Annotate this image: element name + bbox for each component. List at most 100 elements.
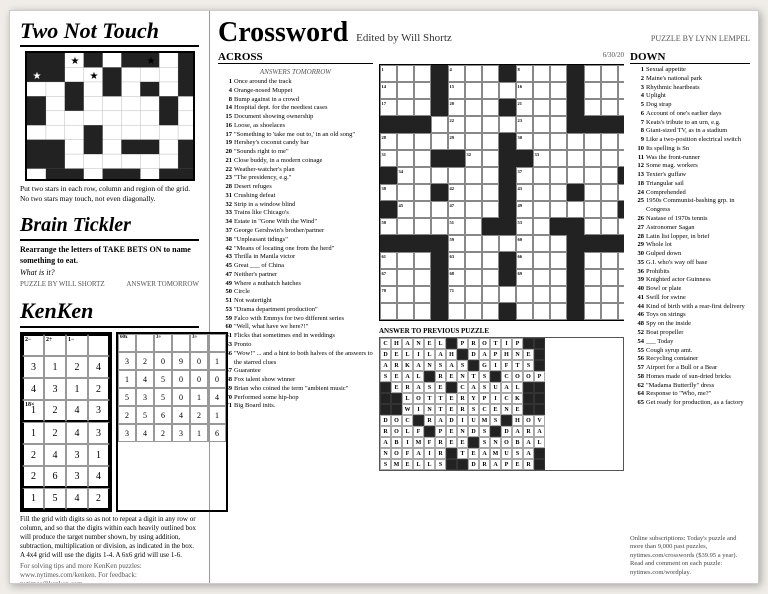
brain-tickler-puzzle-by: PUZZLE BY WILL SHORTZ (20, 280, 105, 288)
kk-cell: 2 (44, 422, 66, 444)
prev-answer-cell: P (457, 338, 468, 349)
cw-cell (584, 150, 601, 167)
clue-text: Trains like Chicago's (234, 209, 289, 218)
cw-cell (567, 235, 584, 252)
clue-number: 62 (630, 382, 644, 391)
down-clue: 40Bowl or plate (630, 285, 750, 294)
clue-number: 28 (218, 183, 232, 192)
prev-answer-cell: I (501, 338, 512, 349)
clue-number: 54 (630, 338, 644, 347)
prev-answer-cell: C (380, 338, 391, 349)
clue-number: 60 (218, 323, 232, 332)
clue-number: 8 (218, 96, 232, 105)
kk-cell: 1− (66, 334, 88, 356)
prev-answer-cell: M (413, 437, 424, 448)
prev-answer-cell: A (468, 382, 479, 393)
prev-answer-cell: E (391, 371, 402, 382)
clue-number: 32 (218, 201, 232, 210)
kk6-cell: 0 (154, 352, 172, 370)
kk6-cell: 4 (172, 406, 190, 424)
cw-cell (567, 99, 584, 116)
cw-cell-number: 42 (450, 186, 455, 191)
cw-cell (431, 201, 448, 218)
cw-cell (482, 218, 499, 235)
prev-answer-cell: N (490, 437, 501, 448)
cw-cell (567, 184, 584, 201)
clue-number: 2 (630, 75, 644, 84)
prev-answer-cell: O (501, 437, 512, 448)
cw-cell: 45 (397, 201, 414, 218)
prev-answer-cell: S (435, 360, 446, 371)
cw-cell-number: 32 (467, 152, 472, 157)
prev-answer-cell: W (402, 404, 413, 415)
cw-cell (584, 99, 601, 116)
cw-cell: 61 (380, 252, 397, 269)
prev-answer-cell (534, 393, 545, 404)
cw-cell (499, 235, 516, 252)
prev-answer-cell: S (380, 371, 391, 382)
across-clue: 45Great ___ of China (218, 262, 373, 271)
cw-cell (431, 99, 448, 116)
cw-cell: 4 (448, 65, 465, 82)
cw-cell (380, 167, 397, 184)
prev-answer-cell: S (512, 448, 523, 459)
clue-number: 47 (218, 271, 232, 280)
down-clue: 12Some mag. workers (630, 162, 750, 171)
svg-text:★: ★ (146, 56, 155, 67)
clue-number: 42 (218, 245, 232, 254)
clue-text: Cough syrup amt. (646, 347, 692, 356)
cw-cell (431, 82, 448, 99)
cw-cell (448, 303, 465, 320)
clue-number: 23 (218, 174, 232, 183)
prev-answer-cell: A (413, 382, 424, 393)
prev-answer-cell: L (534, 437, 545, 448)
cw-cell (618, 99, 624, 116)
clue-number: 48 (630, 320, 644, 329)
prev-answer-cell: P (534, 371, 545, 382)
clue-text: Homes made of sun-dried bricks (646, 373, 731, 382)
prev-answer-cell: R (523, 426, 534, 437)
cw-cell (584, 252, 601, 269)
kk-cell: 1 (44, 356, 66, 378)
cw-cell-number: 1 (382, 67, 384, 72)
prev-answer-cell (446, 338, 457, 349)
cw-cell (584, 65, 601, 82)
prev-answer-cell: R (435, 371, 446, 382)
cw-cell: 1 (380, 65, 397, 82)
clue-number: 59 (218, 315, 232, 324)
clue-number: 9 (630, 136, 644, 145)
prev-answer-cell: L (413, 459, 424, 470)
across-clues-section: ACROSS ANSWERS TOMORROW 1Once around the… (218, 51, 373, 577)
kk-cell: 3 (88, 422, 110, 444)
cw-cell (431, 184, 448, 201)
cw-cell (465, 133, 482, 150)
clue-number: 1 (630, 66, 644, 75)
kk-cell: 4 (66, 488, 88, 510)
cw-cell: 49 (516, 201, 533, 218)
cw-cell (431, 150, 448, 167)
cw-cell (482, 184, 499, 201)
across-clue: 69Brian who coined the term "ambient mus… (218, 385, 373, 394)
prev-answer-cell: O (391, 415, 402, 426)
cw-cell (601, 65, 618, 82)
clue-text: Close buddy, in a modern coinage (234, 157, 322, 166)
prev-answer-cell: A (479, 349, 490, 360)
prev-answer-cell: U (468, 415, 479, 426)
cw-cell-number: 38 (382, 186, 387, 191)
across-clue: 23"The presidency, e.g." (218, 174, 373, 183)
kk-cell: 2− (22, 334, 44, 356)
cw-cell (601, 99, 618, 116)
cw-cell (567, 82, 584, 99)
cw-cell-number: 15 (450, 84, 455, 89)
prev-answer-cell: S (424, 382, 435, 393)
cw-cell (431, 303, 448, 320)
cw-cell (533, 218, 550, 235)
clue-number: 12 (630, 162, 644, 171)
left-column: Two Not Touch (10, 11, 210, 583)
down-clue: 3Rhythmic heartbeats (630, 84, 750, 93)
prev-answer-cell: O (391, 448, 402, 459)
across-clue: 63Pronto (218, 341, 373, 350)
cw-cell-number: 50 (382, 220, 387, 225)
clue-text: Dog strap (646, 101, 671, 110)
clue-number: 41 (630, 294, 644, 303)
